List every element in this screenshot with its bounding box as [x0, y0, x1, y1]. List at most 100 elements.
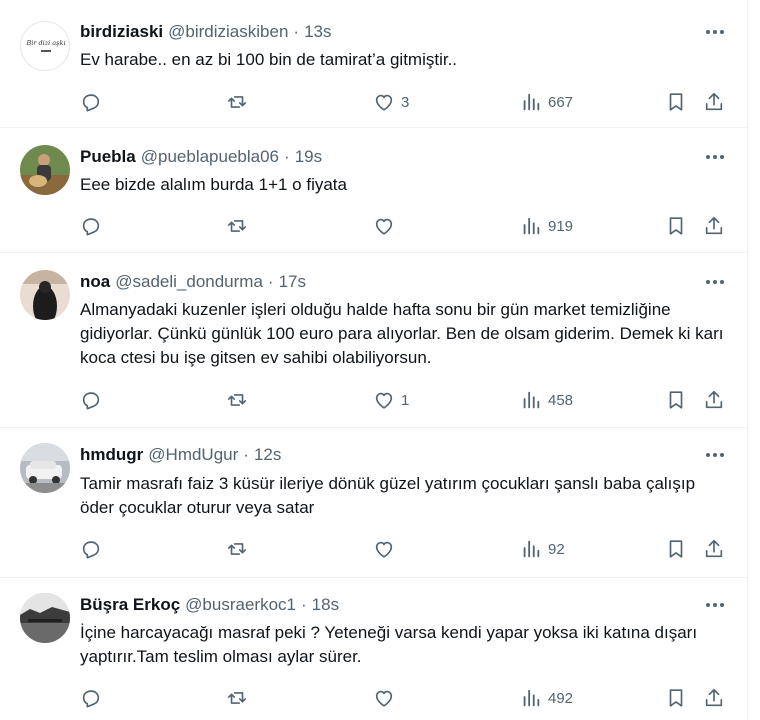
views-button[interactable]: 492 [520, 685, 573, 711]
display-name[interactable]: Büşra Erkoç [80, 594, 180, 616]
share-icon [705, 216, 723, 235]
tweet[interactable]: Büşra Erkoç @busraerkoc1 · 18s İçine har… [0, 578, 747, 720]
bookmark-icon [669, 391, 683, 409]
tweet-text: Tamir masrafı faiz 3 küsür ileriye dönük… [80, 474, 696, 517]
reply-button[interactable] [80, 387, 108, 413]
more-options-button[interactable] [703, 595, 727, 615]
tweet-actions: 3 667 [80, 89, 730, 115]
share-button[interactable] [703, 685, 725, 711]
avatar[interactable] [20, 593, 70, 643]
more-dots-icon [706, 603, 724, 607]
views-button[interactable]: 667 [520, 89, 573, 115]
views-button[interactable]: 919 [520, 213, 573, 239]
tweet[interactable]: noa @sadeli_dondurma · 17s Almanyadaki k… [0, 253, 747, 428]
bookmark-icon [669, 217, 683, 235]
bookmark-icon [669, 689, 683, 707]
tweet-header: hmdugr @HmdUgur · 12s [80, 444, 281, 466]
tweet-actions: 919 [80, 213, 730, 239]
like-button[interactable] [373, 685, 401, 711]
user-handle[interactable]: @sadeli_dondurma [115, 271, 263, 293]
bookmark-button[interactable] [665, 89, 687, 115]
timestamp[interactable]: 18s [312, 594, 339, 616]
views-count: 919 [548, 217, 574, 235]
views-count: 92 [548, 540, 565, 558]
more-options-button[interactable] [703, 272, 727, 292]
timestamp[interactable]: 17s [279, 271, 306, 293]
timestamp[interactable]: 19s [295, 146, 322, 168]
views-icon [523, 540, 540, 558]
retweet-button[interactable] [226, 685, 254, 711]
reply-icon [82, 541, 100, 559]
share-button[interactable] [703, 387, 725, 413]
like-count: 3 [401, 93, 410, 111]
heart-icon [375, 541, 393, 558]
user-handle[interactable]: @pueblapuebla06 [141, 146, 279, 168]
avatar[interactable] [20, 145, 70, 195]
tweet-actions: 492 [80, 685, 730, 711]
avatar[interactable]: Bir dizi aşkı [20, 21, 70, 71]
tweet-text: Ev harabe.. en az bi 100 bin de tamirat’… [80, 50, 458, 69]
views-count: 667 [548, 93, 574, 111]
like-button[interactable] [373, 536, 401, 562]
share-button[interactable] [703, 536, 725, 562]
reply-button[interactable] [80, 89, 108, 115]
more-options-button[interactable] [703, 147, 727, 167]
retweet-button[interactable] [226, 89, 254, 115]
display-name[interactable]: Puebla [80, 146, 136, 168]
views-icon [523, 217, 540, 235]
display-name[interactable]: birdiziaski [80, 21, 163, 43]
reply-button[interactable] [80, 536, 108, 562]
retweet-icon [227, 543, 247, 555]
retweet-icon [227, 96, 247, 108]
tweet[interactable]: Bir dizi aşkı birdiziaski @birdiziaskibe… [0, 0, 747, 128]
like-button[interactable] [373, 213, 401, 239]
retweet-button[interactable] [226, 536, 254, 562]
views-count: 458 [548, 391, 574, 409]
display-name[interactable]: noa [80, 271, 110, 293]
share-button[interactable] [703, 89, 725, 115]
reply-icon [82, 392, 100, 410]
avatar-logo-text: Bir dizi aşkı [25, 39, 65, 47]
bookmark-button[interactable] [665, 213, 687, 239]
views-count: 492 [548, 689, 574, 707]
like-button[interactable]: 1 [373, 387, 409, 413]
user-handle[interactable]: @busraerkoc1 [185, 594, 296, 616]
heart-icon [375, 94, 393, 111]
more-options-button[interactable] [703, 22, 727, 42]
bookmark-button[interactable] [665, 685, 687, 711]
like-button[interactable]: 3 [373, 89, 409, 115]
avatar[interactable] [20, 270, 70, 320]
heart-icon [375, 218, 393, 235]
user-handle[interactable]: @birdiziaskiben [168, 21, 288, 43]
tweet-header: Puebla @pueblapuebla06 · 19s [80, 146, 322, 168]
tweet-actions: 1 458 [80, 387, 730, 413]
reply-button[interactable] [80, 213, 108, 239]
tweet[interactable]: hmdugr @HmdUgur · 12s Tamir masrafı faiz… [0, 428, 747, 578]
reply-feed: Bir dizi aşkı birdiziaski @birdiziaskibe… [0, 0, 748, 720]
heart-icon [375, 392, 393, 409]
retweet-button[interactable] [226, 387, 254, 413]
reply-button[interactable] [80, 685, 108, 711]
tweet-text: Almanyadaki kuzenler işleri olduğu halde… [80, 300, 724, 367]
like-count: 1 [401, 391, 410, 409]
display-name[interactable]: hmdugr [80, 444, 143, 466]
share-icon [705, 539, 723, 558]
timestamp[interactable]: 13s [304, 21, 331, 43]
views-button[interactable]: 458 [520, 387, 573, 413]
avatar[interactable] [20, 443, 70, 493]
bookmark-button[interactable] [665, 536, 687, 562]
separator-dot: · [243, 445, 249, 464]
more-options-button[interactable] [703, 445, 727, 465]
timestamp[interactable]: 12s [254, 444, 281, 466]
separator-dot: · [267, 272, 274, 291]
tweet[interactable]: Puebla @pueblapuebla06 · 19s Eee bizde a… [0, 128, 747, 253]
tweet-header: Büşra Erkoç @busraerkoc1 · 18s [80, 594, 339, 616]
bookmark-icon [669, 93, 683, 111]
bookmark-button[interactable] [665, 387, 687, 413]
tweet-text: Eee bizde alalım burda 1+1 o fiyata [80, 175, 347, 194]
share-button[interactable] [703, 213, 725, 239]
more-dots-icon [706, 30, 724, 34]
retweet-button[interactable] [226, 213, 254, 239]
user-handle[interactable]: @HmdUgur [148, 444, 238, 466]
views-button[interactable]: 92 [520, 536, 565, 562]
